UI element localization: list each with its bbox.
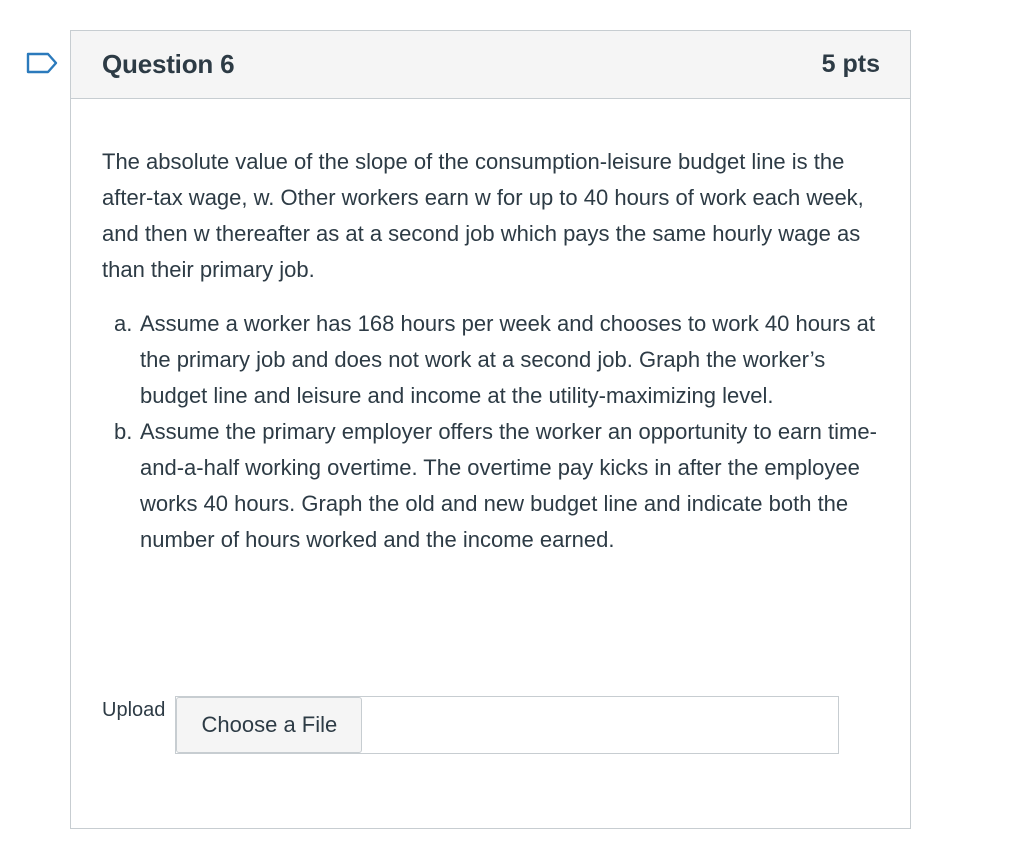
question-text: The absolute value of the slope of the c… <box>71 99 910 558</box>
file-upload-field[interactable]: Choose a File <box>175 696 840 754</box>
part-marker: a. <box>114 311 133 336</box>
choose-file-button[interactable]: Choose a File <box>176 697 363 753</box>
flag-question-icon[interactable] <box>26 52 58 74</box>
upload-label: Upload <box>102 699 166 721</box>
part-text: Assume the primary employer offers the w… <box>140 419 877 552</box>
part-text: Assume a worker has 168 hours per week a… <box>140 311 875 408</box>
question-card: Question 6 5 pts The absolute value of t… <box>70 30 911 829</box>
question-parts-list: a. Assume a worker has 168 hours per wee… <box>102 306 880 558</box>
upload-row: Upload Choose a File <box>102 696 840 754</box>
part-marker: b. <box>114 419 133 444</box>
question-intro: The absolute value of the slope of the c… <box>102 149 864 282</box>
question-part-a: a. Assume a worker has 168 hours per wee… <box>114 306 880 414</box>
question-header: Question 6 5 pts <box>71 31 910 99</box>
question-points: 5 pts <box>821 50 880 78</box>
question-part-b: b. Assume the primary employer offers th… <box>114 414 880 558</box>
question-title: Question 6 <box>102 49 235 79</box>
